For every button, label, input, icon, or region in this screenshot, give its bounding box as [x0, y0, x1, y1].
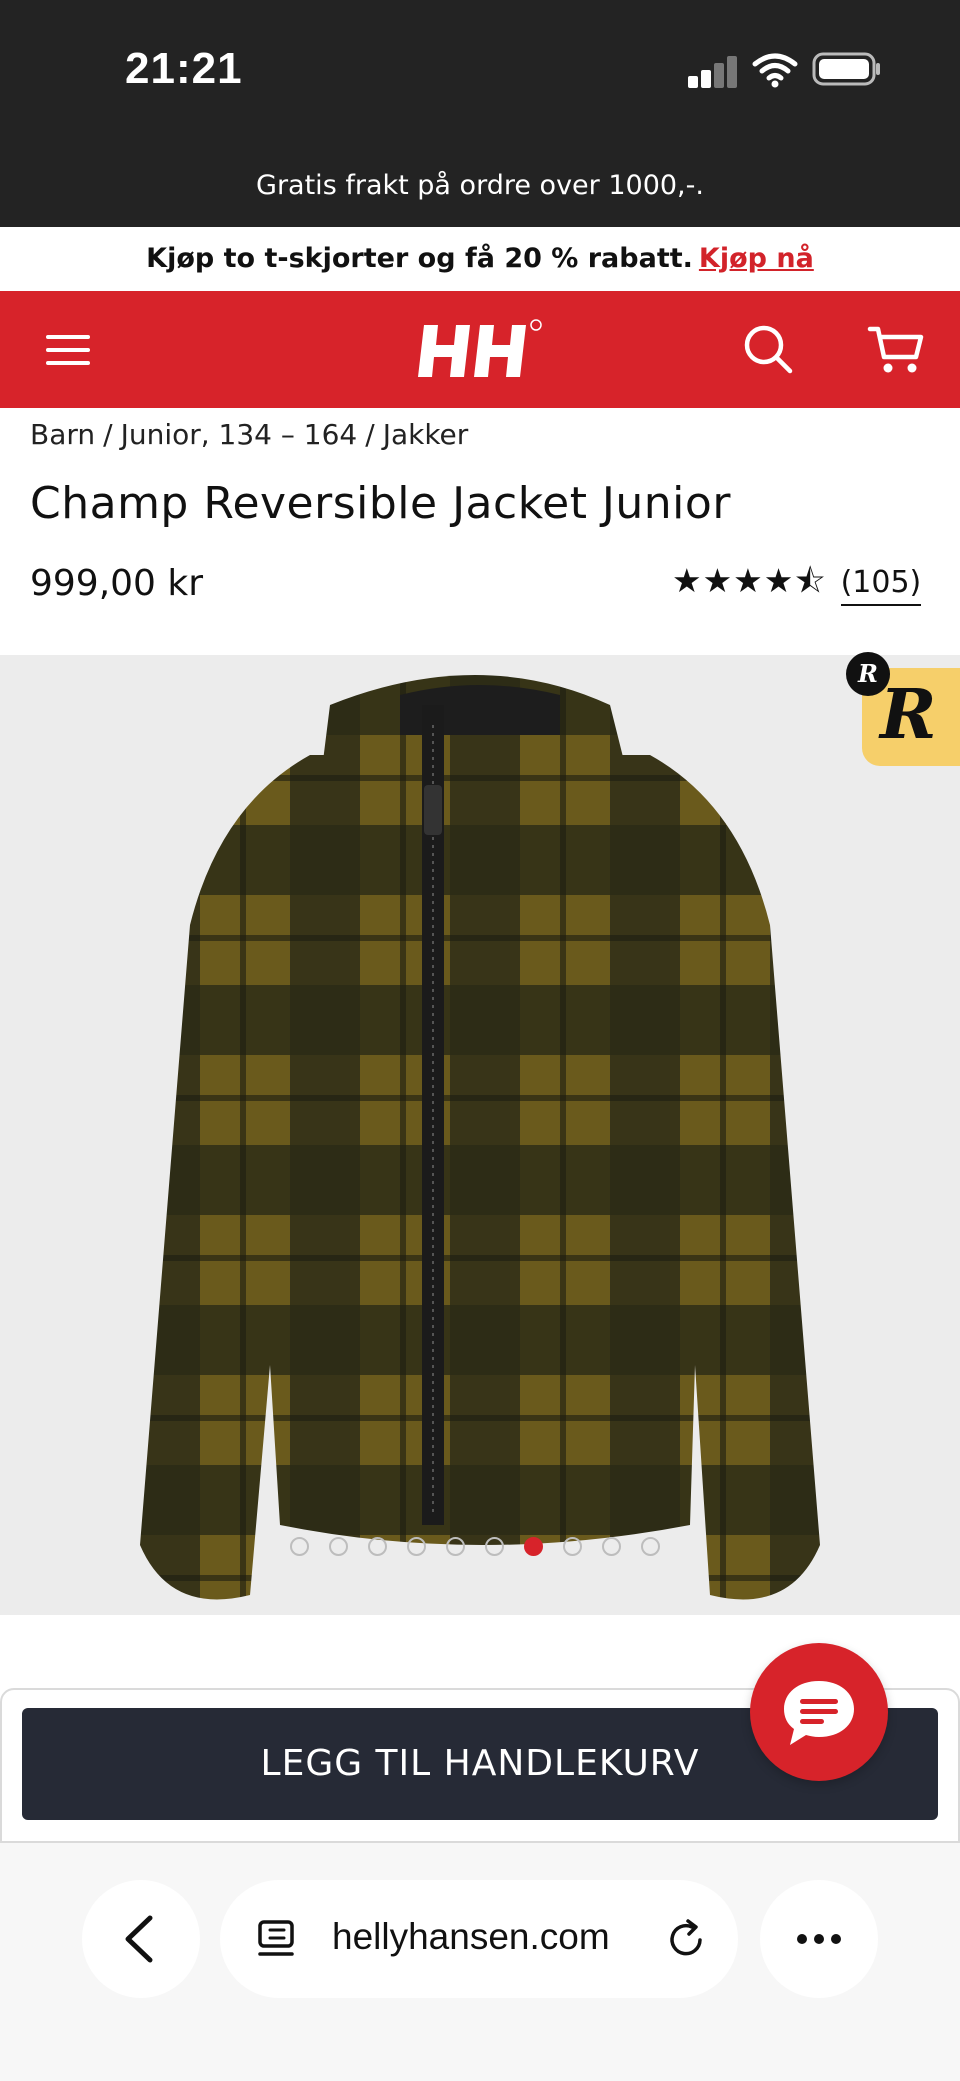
breadcrumb: Barn / Junior, 134 – 164/Jakker	[30, 418, 476, 451]
gallery-pagination	[290, 1537, 660, 1556]
breadcrumb-separator: /	[365, 418, 375, 451]
wifi-icon	[752, 53, 798, 88]
product-price: 999,00 kr	[30, 563, 204, 604]
breadcrumb-item[interactable]: Jakker	[383, 418, 469, 451]
shipping-banner: Gratis frakt på ordre over 1000,-.	[0, 145, 960, 227]
product-title: Champ Reversible Jacket Junior	[30, 478, 731, 529]
gallery-dot[interactable]	[407, 1537, 426, 1556]
promo-banner: Kjøp to t-skjorter og få 20 % rabatt. Kjø…	[0, 227, 960, 291]
signal-icon	[688, 54, 738, 88]
hh-logo[interactable]	[418, 317, 544, 383]
rating-stars: ★★★★⯪	[672, 561, 827, 600]
gallery-dot[interactable]	[641, 1537, 660, 1556]
url-text[interactable]: hellyhansen.com	[332, 1916, 610, 1958]
product-image	[140, 675, 820, 1600]
gallery-dot-active[interactable]	[524, 1537, 543, 1556]
chat-icon	[784, 1681, 854, 1745]
promo-text: Kjøp to t-skjorter og få 20 % rabatt.	[146, 243, 693, 274]
chat-button[interactable]	[750, 1643, 888, 1781]
more-options-button[interactable]	[760, 1880, 878, 1998]
chevron-left-icon	[125, 1915, 153, 1963]
battery-icon	[812, 52, 880, 86]
menu-icon[interactable]	[40, 323, 96, 377]
r-small-icon[interactable]: R	[846, 652, 890, 696]
breadcrumb-separator: /	[103, 418, 113, 451]
reload-icon[interactable]	[664, 1918, 708, 1962]
breadcrumb-item[interactable]: Junior, 134 – 164	[121, 418, 358, 451]
gallery-dot[interactable]	[563, 1537, 582, 1556]
review-count-link[interactable]: (105)	[840, 565, 922, 606]
product-image-gallery[interactable]	[0, 655, 960, 1615]
r-logo-icon: R	[880, 675, 937, 755]
gallery-dot[interactable]	[485, 1537, 504, 1556]
search-icon[interactable]	[740, 321, 796, 377]
cart-icon[interactable]	[866, 321, 926, 377]
gallery-dot[interactable]	[602, 1537, 621, 1556]
status-bar: 21:21	[0, 0, 960, 145]
breadcrumb-item[interactable]: Barn	[30, 418, 95, 451]
gallery-dot[interactable]	[329, 1537, 348, 1556]
tabs-icon[interactable]	[256, 1918, 296, 1962]
site-header	[0, 291, 960, 408]
gallery-dot[interactable]	[290, 1537, 309, 1556]
product-rating[interactable]: ★★★★⯪ (105)	[672, 561, 922, 607]
status-time: 21:21	[125, 44, 243, 93]
gallery-dot[interactable]	[368, 1537, 387, 1556]
gallery-dot[interactable]	[446, 1537, 465, 1556]
promo-link[interactable]: Kjøp nå	[699, 243, 814, 274]
back-button[interactable]	[82, 1880, 200, 1998]
more-icon	[797, 1934, 841, 1944]
